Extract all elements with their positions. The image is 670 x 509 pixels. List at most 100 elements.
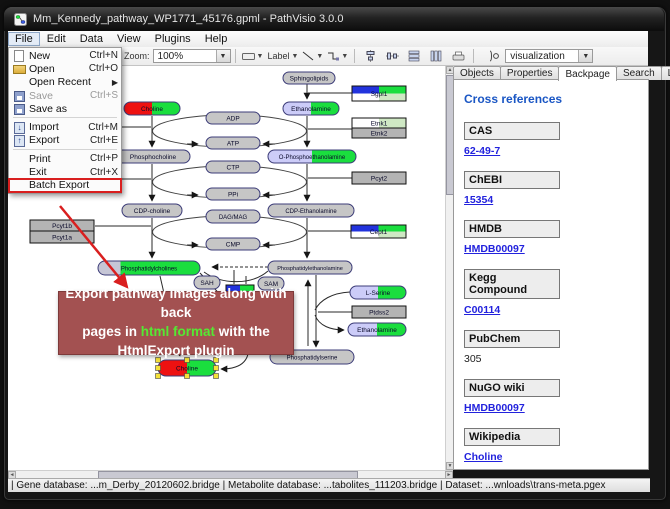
pathway-node-cdp-choline[interactable]: CDP-choline — [122, 204, 182, 217]
pathway-node-label: Ethanolamine — [291, 106, 331, 113]
pathway-node-ctp[interactable]: CTP — [206, 161, 260, 173]
file-menu-item-save[interactable]: SaveCtrl+S — [9, 89, 121, 102]
pathway-node-sgpl1[interactable]: Sgpl1 — [352, 86, 406, 101]
backpage-section-chebi: ChEBI15354 — [464, 171, 648, 208]
file-menu-item-exit[interactable]: ExitCtrl+X — [9, 165, 121, 178]
pathway-node-label: Ethanolamine — [357, 327, 397, 334]
file-menu-item-open-recent[interactable]: Open Recent▶ — [9, 76, 121, 89]
pathway-node-cept1[interactable]: Cept1 — [351, 225, 406, 238]
crossref-link[interactable]: 15354 — [464, 194, 493, 206]
stack-columns-button[interactable] — [426, 47, 446, 65]
crossref-link[interactable]: 62-49-7 — [464, 145, 500, 157]
crossref-link[interactable]: Choline — [464, 451, 503, 463]
crossref-link[interactable]: HMDB00097 — [464, 243, 525, 255]
tool-line-button[interactable]: ▼ — [301, 47, 324, 65]
pathway-node-pcyt1b[interactable]: Pcyt1b — [30, 220, 94, 231]
pathway-node-label: Etnk1 — [371, 120, 388, 127]
canvas-horizontal-scrollbar[interactable]: ◄ ► — [8, 470, 453, 478]
pathway-node-phosphatidylcholines[interactable]: Phosphatidylcholines — [98, 261, 200, 275]
file-menu-item-batch-export[interactable]: Batch Export — [9, 179, 121, 192]
pathway-node-atp[interactable]: ATP — [206, 137, 260, 149]
file-menu-item-label: Open Recent — [29, 76, 108, 88]
pathway-node-o-phosphoethanolamine[interactable]: O-Phosphoethanolamine — [268, 150, 356, 163]
pathway-node-label: PPi — [228, 191, 238, 198]
pathway-node-etnk2[interactable]: Etnk2 — [352, 128, 406, 138]
pathway-node-label: DAG/MAG — [219, 215, 248, 221]
align-center-button[interactable] — [360, 47, 380, 65]
printer-icon — [452, 51, 465, 62]
pathway-node-ethanolamine[interactable]: Ethanolamine — [283, 102, 339, 115]
pathway-node-adp[interactable]: ADP — [206, 112, 260, 124]
pathway-node-cdp-ethanolamine[interactable]: CDP-Ethanolamine — [268, 204, 354, 217]
tool-label-button[interactable]: Label▼ — [266, 47, 299, 65]
menu-item-data[interactable]: Data — [73, 32, 110, 46]
pathway-node-label: Phosphatidylethanolamine — [277, 266, 343, 272]
tool-connector-button[interactable]: ▼ — [326, 47, 349, 65]
file-menu-item-shortcut: Ctrl+P — [90, 153, 118, 164]
selection-handle[interactable] — [214, 374, 219, 379]
crossref-link[interactable]: C00114 — [464, 304, 500, 316]
tool-gene-button[interactable]: ▼ — [241, 47, 265, 65]
selection-handle[interactable] — [156, 374, 161, 379]
file-menu-item-label: Export — [29, 134, 86, 146]
file-menu-item-export[interactable]: ↑ExportCtrl+E — [9, 134, 121, 147]
selection-handle[interactable] — [185, 374, 190, 379]
pathway-node-ppi[interactable]: PPi — [206, 188, 260, 200]
file-menu-item-save-as[interactable]: Save as — [9, 102, 121, 115]
crossref-value: 305 — [464, 353, 482, 365]
pathway-node-pcyt2[interactable]: Pcyt2 — [352, 172, 406, 184]
pathway-node-ptdss2[interactable]: Ptdss2 — [352, 306, 406, 318]
pathway-node-choline[interactable]: Choline — [124, 102, 180, 115]
backpage-section-title: HMDB — [464, 220, 560, 238]
pathway-node-label: L-Serine — [366, 290, 391, 297]
pathway-node-ethanolamine[interactable]: Ethanolamine — [348, 323, 406, 336]
pathway-node-etnk1[interactable]: Etnk1 — [352, 118, 406, 128]
selection-handle[interactable] — [156, 366, 161, 371]
file-menu-item-print[interactable]: Print Ctrl+P — [9, 152, 121, 165]
visualization-select[interactable]: visualization ▼ — [505, 49, 593, 63]
backpage-section-title: CAS — [464, 122, 560, 140]
pathway-node-sphingolipids[interactable]: Sphingolipids — [283, 72, 335, 84]
file-menu-item-new[interactable]: NewCtrl+N — [9, 49, 121, 62]
stack-rows-button[interactable] — [404, 47, 424, 65]
file-menu-item-open[interactable]: OpenCtrl+O — [9, 62, 121, 75]
pathway-node-pcyt1a[interactable]: Pcyt1a — [30, 231, 94, 243]
pathway-node-dag-mag[interactable]: DAG/MAG — [206, 210, 260, 223]
tab-legend[interactable]: Legend — [661, 66, 670, 80]
menu-item-plugins[interactable]: Plugins — [148, 32, 198, 46]
window-title: Mm_Kennedy_pathway_WP1771_45176.gpml - P… — [33, 13, 343, 25]
pathway-node-label: Choline — [141, 106, 163, 113]
tab-backpage[interactable]: Backpage — [558, 66, 616, 81]
tab-objects[interactable]: Objects — [453, 66, 501, 80]
align-center-icon — [364, 50, 377, 62]
menu-item-help[interactable]: Help — [198, 32, 235, 46]
menu-item-edit[interactable]: Edit — [40, 32, 73, 46]
tab-search[interactable]: Search — [616, 66, 662, 80]
menu-item-file[interactable]: File — [8, 32, 40, 46]
pathway-node-phosphatidylethanolamine[interactable]: Phosphatidylethanolamine — [268, 261, 352, 274]
selection-handle[interactable] — [214, 366, 219, 371]
pathway-node-l-serine[interactable]: L-Serine — [350, 286, 406, 299]
visualization-dropdown-arrow[interactable]: ▼ — [578, 50, 592, 62]
print-button[interactable] — [448, 47, 468, 65]
file-menu-item-import[interactable]: ↓ImportCtrl+M — [9, 120, 121, 133]
file-menu-item-label: Batch Export — [29, 179, 114, 191]
menu-item-view[interactable]: View — [110, 32, 148, 46]
visualization-settings-button[interactable] — [484, 47, 504, 65]
crossref-link[interactable]: HMDB00097 — [464, 402, 525, 414]
pathway-node-label: Cept1 — [370, 229, 388, 236]
file-menu-item-label: Save — [29, 90, 86, 102]
zoom-select[interactable]: 100% ▼ — [153, 49, 231, 63]
zoom-dropdown-arrow[interactable]: ▼ — [216, 50, 230, 62]
pathway-node-label: ADP — [226, 115, 239, 122]
pathway-node-phosphocholine[interactable]: Phosphocholine — [116, 150, 190, 163]
pathway-node-cmp[interactable]: CMP — [206, 238, 260, 250]
pathvisio-app-icon — [14, 13, 27, 26]
align-middle-button[interactable] — [382, 47, 402, 65]
tab-properties[interactable]: Properties — [500, 66, 560, 80]
file-menu-item-shortcut: Ctrl+N — [89, 50, 118, 61]
file-menu-item-label: Print — [29, 153, 86, 165]
canvas-vertical-scrollbar[interactable]: ▲ ▼ — [445, 66, 453, 470]
import-icon: ↓ — [14, 122, 25, 134]
backpage-section-hmdb: HMDB HMDB00097 — [464, 220, 648, 257]
